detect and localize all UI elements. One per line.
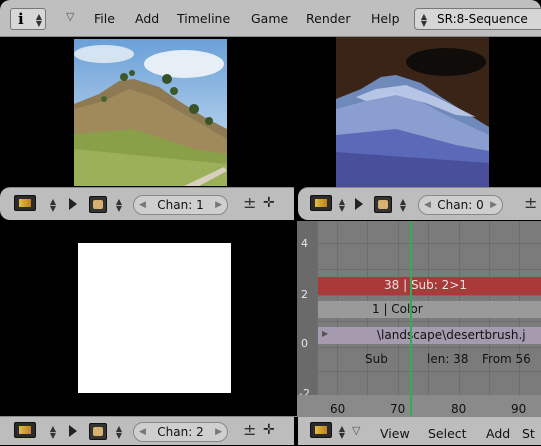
preview-view-top-left[interactable] bbox=[0, 37, 294, 187]
updown-arrows-icon: ▲ ▼ bbox=[338, 197, 346, 213]
x-tick-label: 90 bbox=[511, 402, 527, 416]
menu-select[interactable]: Select bbox=[428, 426, 467, 441]
sequence-view-icon[interactable] bbox=[14, 422, 36, 438]
grid-line bbox=[317, 269, 541, 270]
left-arrow-icon[interactable]: ◀ bbox=[139, 423, 146, 441]
menu-add[interactable]: Add bbox=[135, 11, 159, 26]
display-mode-icon[interactable] bbox=[89, 423, 107, 440]
left-arrow-icon[interactable]: ◀ bbox=[424, 196, 431, 214]
inverted-landscape-photo bbox=[336, 37, 489, 187]
grid-line bbox=[317, 347, 541, 348]
channel-label: Chan: 2 bbox=[157, 425, 204, 439]
display-mode-icon[interactable] bbox=[374, 196, 392, 213]
right-arrow-icon[interactable]: ▶ bbox=[215, 423, 222, 441]
color-strip[interactable]: 1 | Color bbox=[318, 301, 541, 318]
play-triangle-icon[interactable] bbox=[355, 198, 363, 210]
channel-field[interactable]: ◀ Chan: 0 ▶ bbox=[418, 195, 503, 215]
x-tick-label: 60 bbox=[330, 402, 346, 416]
landscape-photo bbox=[74, 39, 227, 186]
grid-line bbox=[317, 321, 541, 322]
menu-timeline[interactable]: Timeline bbox=[177, 11, 230, 26]
view-header-top-right: ▲ ▼ ▲ ▼ ◀ Chan: 0 ▶ ± bbox=[298, 187, 541, 220]
zoom-plus-minus-icon[interactable]: ± bbox=[243, 420, 256, 439]
preview-view-bottom-left[interactable] bbox=[0, 221, 294, 416]
menu-add[interactable]: Add bbox=[486, 426, 510, 441]
left-arrow-icon[interactable]: ◀ bbox=[139, 196, 146, 214]
meta-strip[interactable]: 38 | Sub: 2>1 bbox=[318, 277, 541, 295]
channel-label: Chan: 1 bbox=[157, 198, 204, 212]
center-cross-icon[interactable]: ✛ bbox=[263, 422, 275, 438]
menu-strip[interactable]: St bbox=[522, 426, 535, 441]
play-triangle-icon[interactable] bbox=[69, 425, 77, 437]
menu-render[interactable]: Render bbox=[306, 11, 351, 26]
x-tick-label: 80 bbox=[451, 402, 467, 416]
updown-arrows-icon: ▲ ▼ bbox=[420, 12, 428, 28]
image-strip[interactable]: ▶ \landscape\desertbrush.j bbox=[318, 327, 541, 344]
menu-help[interactable]: Help bbox=[371, 11, 400, 26]
top-menu-bar: i ▲ ▼ ▽ File Add Timeline Game Render Hel… bbox=[0, 0, 541, 37]
from-label: From 56 bbox=[482, 352, 531, 366]
current-frame-playhead[interactable] bbox=[410, 221, 412, 416]
info-icon: i bbox=[18, 10, 24, 28]
zoom-plus-minus-icon[interactable]: ± bbox=[243, 193, 256, 212]
sequencer-timeline[interactable]: 4 2 0 -2 38 | Sub: 2>1 1 | Color ▶ \land… bbox=[297, 221, 541, 416]
channel-label: Chan: 0 bbox=[437, 198, 484, 212]
updown-arrows-icon: ▲ ▼ bbox=[49, 197, 57, 213]
updown-arrows-icon: ▲ ▼ bbox=[49, 424, 57, 440]
sequence-view-icon[interactable] bbox=[310, 422, 332, 438]
right-arrow-icon[interactable]: ▶ bbox=[215, 196, 222, 214]
updown-arrows-icon: ▲ ▼ bbox=[35, 12, 43, 28]
color-strip-label: 1 | Color bbox=[372, 302, 423, 316]
view-divider bbox=[294, 417, 298, 446]
scene-name: SR:8-Sequence bbox=[437, 12, 528, 26]
updown-arrows-icon: ▲ ▼ bbox=[399, 197, 407, 213]
grid-line bbox=[317, 371, 541, 372]
right-arrow-icon[interactable]: ▶ bbox=[490, 196, 497, 214]
white-color-preview bbox=[78, 243, 231, 393]
play-triangle-icon[interactable] bbox=[69, 198, 77, 210]
window-type-button[interactable]: i ▲ ▼ bbox=[10, 8, 46, 30]
image-strip-label: \landscape\desertbrush.j bbox=[377, 328, 526, 342]
grid-line bbox=[317, 295, 541, 296]
channel-field[interactable]: ◀ Chan: 2 ▶ bbox=[133, 422, 228, 442]
channel-field[interactable]: ◀ Chan: 1 ▶ bbox=[133, 195, 228, 215]
length-label: len: 38 bbox=[427, 352, 469, 366]
sequence-view-icon[interactable] bbox=[310, 195, 332, 211]
menu-view[interactable]: View bbox=[380, 426, 410, 441]
menu-game[interactable]: Game bbox=[251, 11, 288, 26]
view-header-top-left: ▲ ▼ ▲ ▼ ◀ Chan: 1 ▶ ± ✛ bbox=[0, 187, 294, 220]
strip-handle-icon[interactable]: ▶ bbox=[322, 329, 328, 338]
updown-arrows-icon: ▲ ▼ bbox=[115, 424, 123, 440]
sub-label: Sub bbox=[365, 352, 388, 366]
updown-arrows-icon: ▲ ▼ bbox=[338, 424, 346, 440]
y-tick-label: 4 bbox=[301, 237, 308, 250]
sequence-view-icon[interactable] bbox=[14, 195, 36, 211]
scene-selector[interactable]: ▲ ▼ SR:8-Sequence bbox=[414, 8, 541, 30]
collapse-menu-icon[interactable]: ▽ bbox=[66, 10, 74, 23]
menu-file[interactable]: File bbox=[94, 11, 115, 26]
bottom-header-bar: ▲ ▼ ▲ ▼ ◀ Chan: 2 ▶ ± ✛ ▲ ▼ ▽ View Select A… bbox=[0, 416, 541, 446]
display-mode-icon[interactable] bbox=[89, 196, 107, 213]
updown-arrows-icon: ▲ ▼ bbox=[115, 197, 123, 213]
zoom-plus-minus-icon[interactable]: ± bbox=[524, 193, 537, 212]
y-tick-label: 0 bbox=[301, 337, 308, 350]
collapse-menu-icon[interactable]: ▽ bbox=[352, 424, 360, 437]
preview-view-top-right[interactable] bbox=[298, 37, 541, 187]
center-cross-icon[interactable]: ✛ bbox=[263, 195, 275, 211]
sub-info-strip: Sub len: 38 From 56 bbox=[318, 349, 541, 369]
grid-line bbox=[317, 243, 541, 244]
y-tick-label: 2 bbox=[301, 288, 308, 301]
meta-strip-label: 38 | Sub: 2>1 bbox=[384, 278, 467, 292]
x-tick-label: 70 bbox=[390, 402, 406, 416]
